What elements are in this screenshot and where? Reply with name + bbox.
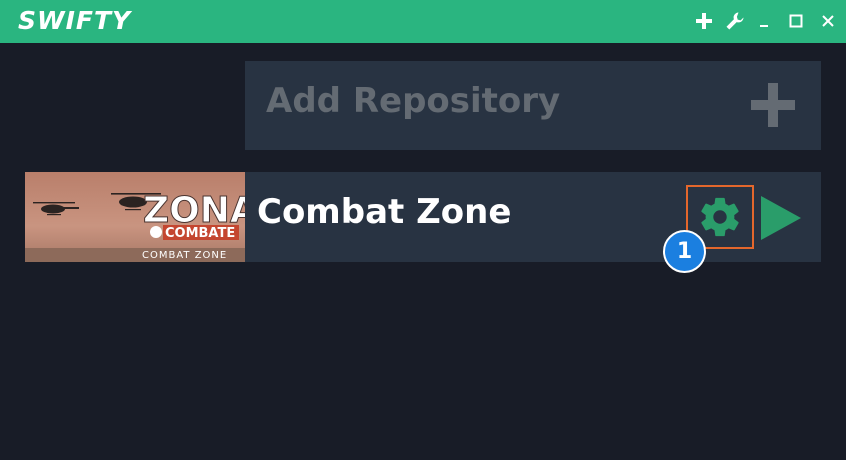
app-title: SWIFTY: [18, 6, 132, 35]
close-button[interactable]: [817, 9, 839, 33]
repository-thumbnail: ZONA COMBATE COMBAT ZONE: [25, 172, 245, 262]
maximize-button[interactable]: [785, 9, 807, 33]
close-icon: [822, 15, 834, 27]
wrench-icon: [726, 12, 744, 30]
plus-icon: [696, 13, 712, 29]
repository-name: Combat Zone: [257, 192, 512, 232]
svg-text:COMBATE: COMBATE: [165, 226, 235, 241]
maximize-icon: [789, 14, 803, 28]
title-bar: SWIFTY: [0, 0, 846, 43]
add-window-button[interactable]: [693, 9, 715, 33]
tools-button[interactable]: [724, 9, 746, 33]
step-number-badge: 1: [663, 230, 706, 273]
svg-text:COMBAT ZONE: COMBAT ZONE: [142, 250, 227, 261]
play-button[interactable]: [759, 196, 803, 240]
svg-text:ZONA: ZONA: [143, 190, 245, 231]
add-repository-button[interactable]: Add Repository: [245, 61, 821, 150]
play-icon: [761, 196, 801, 240]
plus-icon: [751, 83, 795, 127]
minimize-button[interactable]: [753, 9, 775, 33]
minimize-icon: [760, 25, 768, 27]
add-repository-label: Add Repository: [266, 81, 561, 121]
gear-icon: [701, 197, 739, 237]
